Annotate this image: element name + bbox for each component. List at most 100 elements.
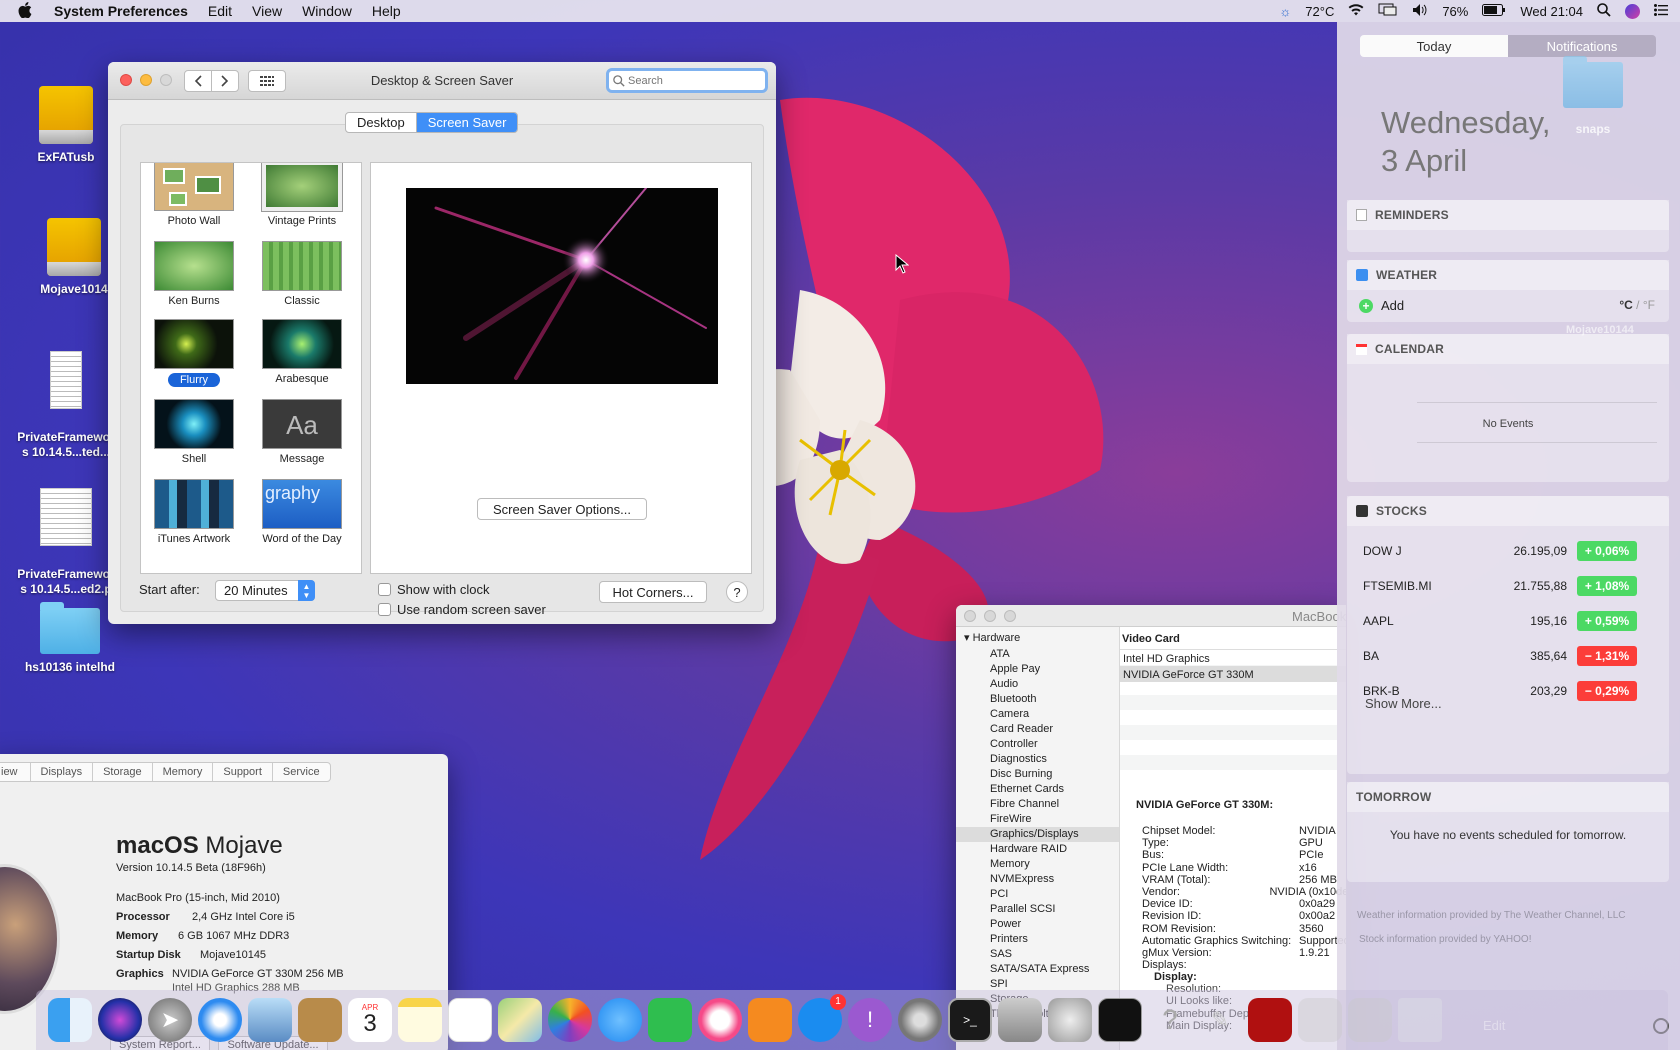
saver-message[interactable]: Aa Message (257, 399, 347, 465)
stock-change[interactable]: + 0,59% (1577, 611, 1637, 631)
stock-change[interactable]: − 1,31% (1577, 646, 1637, 666)
calendar-dock-icon[interactable]: APR 3 (348, 998, 392, 1042)
snaps-folder[interactable]: snaps (1563, 56, 1623, 136)
temperature-icon[interactable]: ☼ (1279, 4, 1291, 19)
close-button[interactable] (120, 74, 132, 86)
nc-tab-notifications[interactable]: Notifications (1508, 35, 1656, 57)
tree-item[interactable]: Memory (956, 857, 1119, 872)
tree-item[interactable]: Bluetooth (956, 692, 1119, 707)
photos-icon[interactable] (548, 998, 592, 1042)
maps-icon[interactable] (498, 998, 542, 1042)
tree-item[interactable]: PCI (956, 887, 1119, 902)
itunes-icon[interactable]: ♫ (698, 998, 742, 1042)
video-card-row-selected[interactable]: NVIDIA GeForce GT 330M (1120, 666, 1346, 682)
screen-saver-options-button[interactable]: Screen Saver Options... (477, 498, 647, 520)
notes-icon[interactable] (398, 998, 442, 1042)
tree-item[interactable]: SATA/SATA Express (956, 962, 1119, 977)
tab-desktop[interactable]: Desktop (346, 113, 417, 132)
tree-item[interactable]: Disc Burning (956, 767, 1119, 782)
battery-icon[interactable] (1482, 3, 1506, 19)
weather-credit[interactable]: Weather information provided by The Weat… (1357, 910, 1626, 921)
facetime-icon[interactable] (648, 998, 692, 1042)
temperature-readout[interactable]: 72°C (1305, 4, 1334, 19)
books-icon[interactable] (748, 998, 792, 1042)
hot-corners-button[interactable]: Hot Corners... (599, 581, 707, 603)
menu-edit[interactable]: Edit (198, 3, 242, 19)
saver-shell[interactable]: Shell (149, 399, 239, 465)
terminal-icon[interactable]: >_ (948, 998, 992, 1042)
apple-menu-icon[interactable] (0, 1, 44, 21)
system-preferences-icon[interactable] (898, 998, 942, 1042)
show-more-link[interactable]: Show More... (1365, 696, 1442, 711)
about-tab-support[interactable]: Support (213, 763, 273, 781)
finder-icon[interactable] (48, 998, 92, 1042)
mail-stamp-icon[interactable] (248, 998, 292, 1042)
tree-item[interactable]: Apple Pay (956, 662, 1119, 677)
tree-item[interactable]: Diagnostics (956, 752, 1119, 767)
launchpad-icon[interactable]: ➤ (148, 998, 192, 1042)
stock-credit[interactable]: Stock information provided by YAHOO! (1359, 934, 1532, 945)
app-store-icon[interactable]: 1 (798, 994, 846, 1042)
unit-celsius[interactable]: °C (1619, 298, 1632, 312)
about-tab-service[interactable]: Service (273, 763, 330, 781)
unit-fahrenheit[interactable]: °F (1643, 298, 1655, 312)
trash-icon[interactable] (1398, 998, 1442, 1042)
photo-booth-icon[interactable] (1248, 998, 1292, 1042)
stock-change[interactable]: − 0,29% (1577, 681, 1637, 701)
stock-change[interactable]: + 1,08% (1577, 576, 1637, 596)
back-button[interactable] (184, 70, 212, 92)
reminders-dock-icon[interactable] (448, 998, 492, 1042)
close-button[interactable] (964, 610, 976, 622)
tree-item[interactable]: Fibre Channel (956, 797, 1119, 812)
folder-stack-icon[interactable] (1348, 998, 1392, 1042)
contacts-icon[interactable] (298, 998, 342, 1042)
tree-item[interactable]: Card Reader (956, 722, 1119, 737)
saver-word-of-the-day[interactable]: graphy Word of the Day (257, 479, 347, 545)
add-icon[interactable]: + (1359, 298, 1373, 313)
search-field[interactable] (606, 68, 768, 93)
saver-vintage-prints[interactable]: Vintage Prints (257, 163, 347, 227)
random-screen-saver-checkbox[interactable]: Use random screen saver (378, 602, 546, 617)
notification-center-icon[interactable] (1654, 3, 1668, 19)
tree-item[interactable]: Parallel SCSI (956, 902, 1119, 917)
menu-view[interactable]: View (242, 3, 292, 19)
tree-item[interactable]: Power (956, 917, 1119, 932)
screen-saver-list[interactable]: Photo Wall Vintage Prints Ken Burns Clas… (140, 162, 362, 574)
tree-item[interactable]: Graphics/Displays (956, 827, 1119, 842)
about-tab-displays[interactable]: Displays (31, 763, 94, 781)
tab-screen-saver[interactable]: Screen Saver (416, 113, 518, 132)
volume-icon[interactable] (1412, 3, 1428, 20)
network-utility-icon[interactable] (1048, 998, 1092, 1042)
tree-item[interactable]: SAS (956, 947, 1119, 962)
weather-add-row[interactable]: + Add (1359, 298, 1404, 313)
tree-item[interactable]: Camera (956, 707, 1119, 722)
stock-change[interactable]: + 0,06% (1577, 541, 1637, 561)
safari-icon[interactable] (198, 998, 242, 1042)
weather-unit-toggle[interactable]: °C / °F (1619, 298, 1655, 312)
display-mirror-icon[interactable] (1378, 3, 1398, 20)
disk-utility-icon[interactable] (998, 998, 1042, 1042)
about-tab-memory[interactable]: Memory (153, 763, 214, 781)
tree-item[interactable]: Hardware RAID (956, 842, 1119, 857)
minimize-button[interactable] (984, 610, 996, 622)
tree-item[interactable]: Ethernet Cards (956, 782, 1119, 797)
stock-row[interactable]: DOW J 26.195,09 + 0,06% (1363, 540, 1663, 562)
clock[interactable]: Wed 21:04 (1520, 4, 1583, 19)
show-all-button[interactable] (248, 70, 286, 92)
help-button[interactable]: ? (726, 581, 748, 603)
wifi-icon[interactable] (1348, 3, 1364, 19)
stock-row[interactable]: AAPL 195,16 + 0,59% (1363, 610, 1663, 632)
stock-row[interactable]: BA 385,64 − 1,31% (1363, 645, 1663, 667)
tree-hardware[interactable]: ▾ Hardware (964, 631, 1020, 644)
saver-itunes-artwork[interactable]: iTunes Artwork (149, 479, 239, 545)
zoom-button[interactable] (1004, 610, 1016, 622)
about-tab-overview[interactable]: iew (0, 763, 31, 781)
zoom-button[interactable] (160, 74, 172, 86)
battery-percent[interactable]: 76% (1442, 4, 1468, 19)
nc-tab-today[interactable]: Today (1360, 35, 1508, 57)
textedit-icon[interactable]: ✎ (1198, 998, 1242, 1042)
saver-photo-wall[interactable]: Photo Wall (149, 163, 239, 227)
menu-help[interactable]: Help (362, 3, 411, 19)
stock-row[interactable]: FTSEMIB.MI 21.755,88 + 1,08% (1363, 575, 1663, 597)
feedback-assistant-icon[interactable]: ! (848, 998, 892, 1042)
